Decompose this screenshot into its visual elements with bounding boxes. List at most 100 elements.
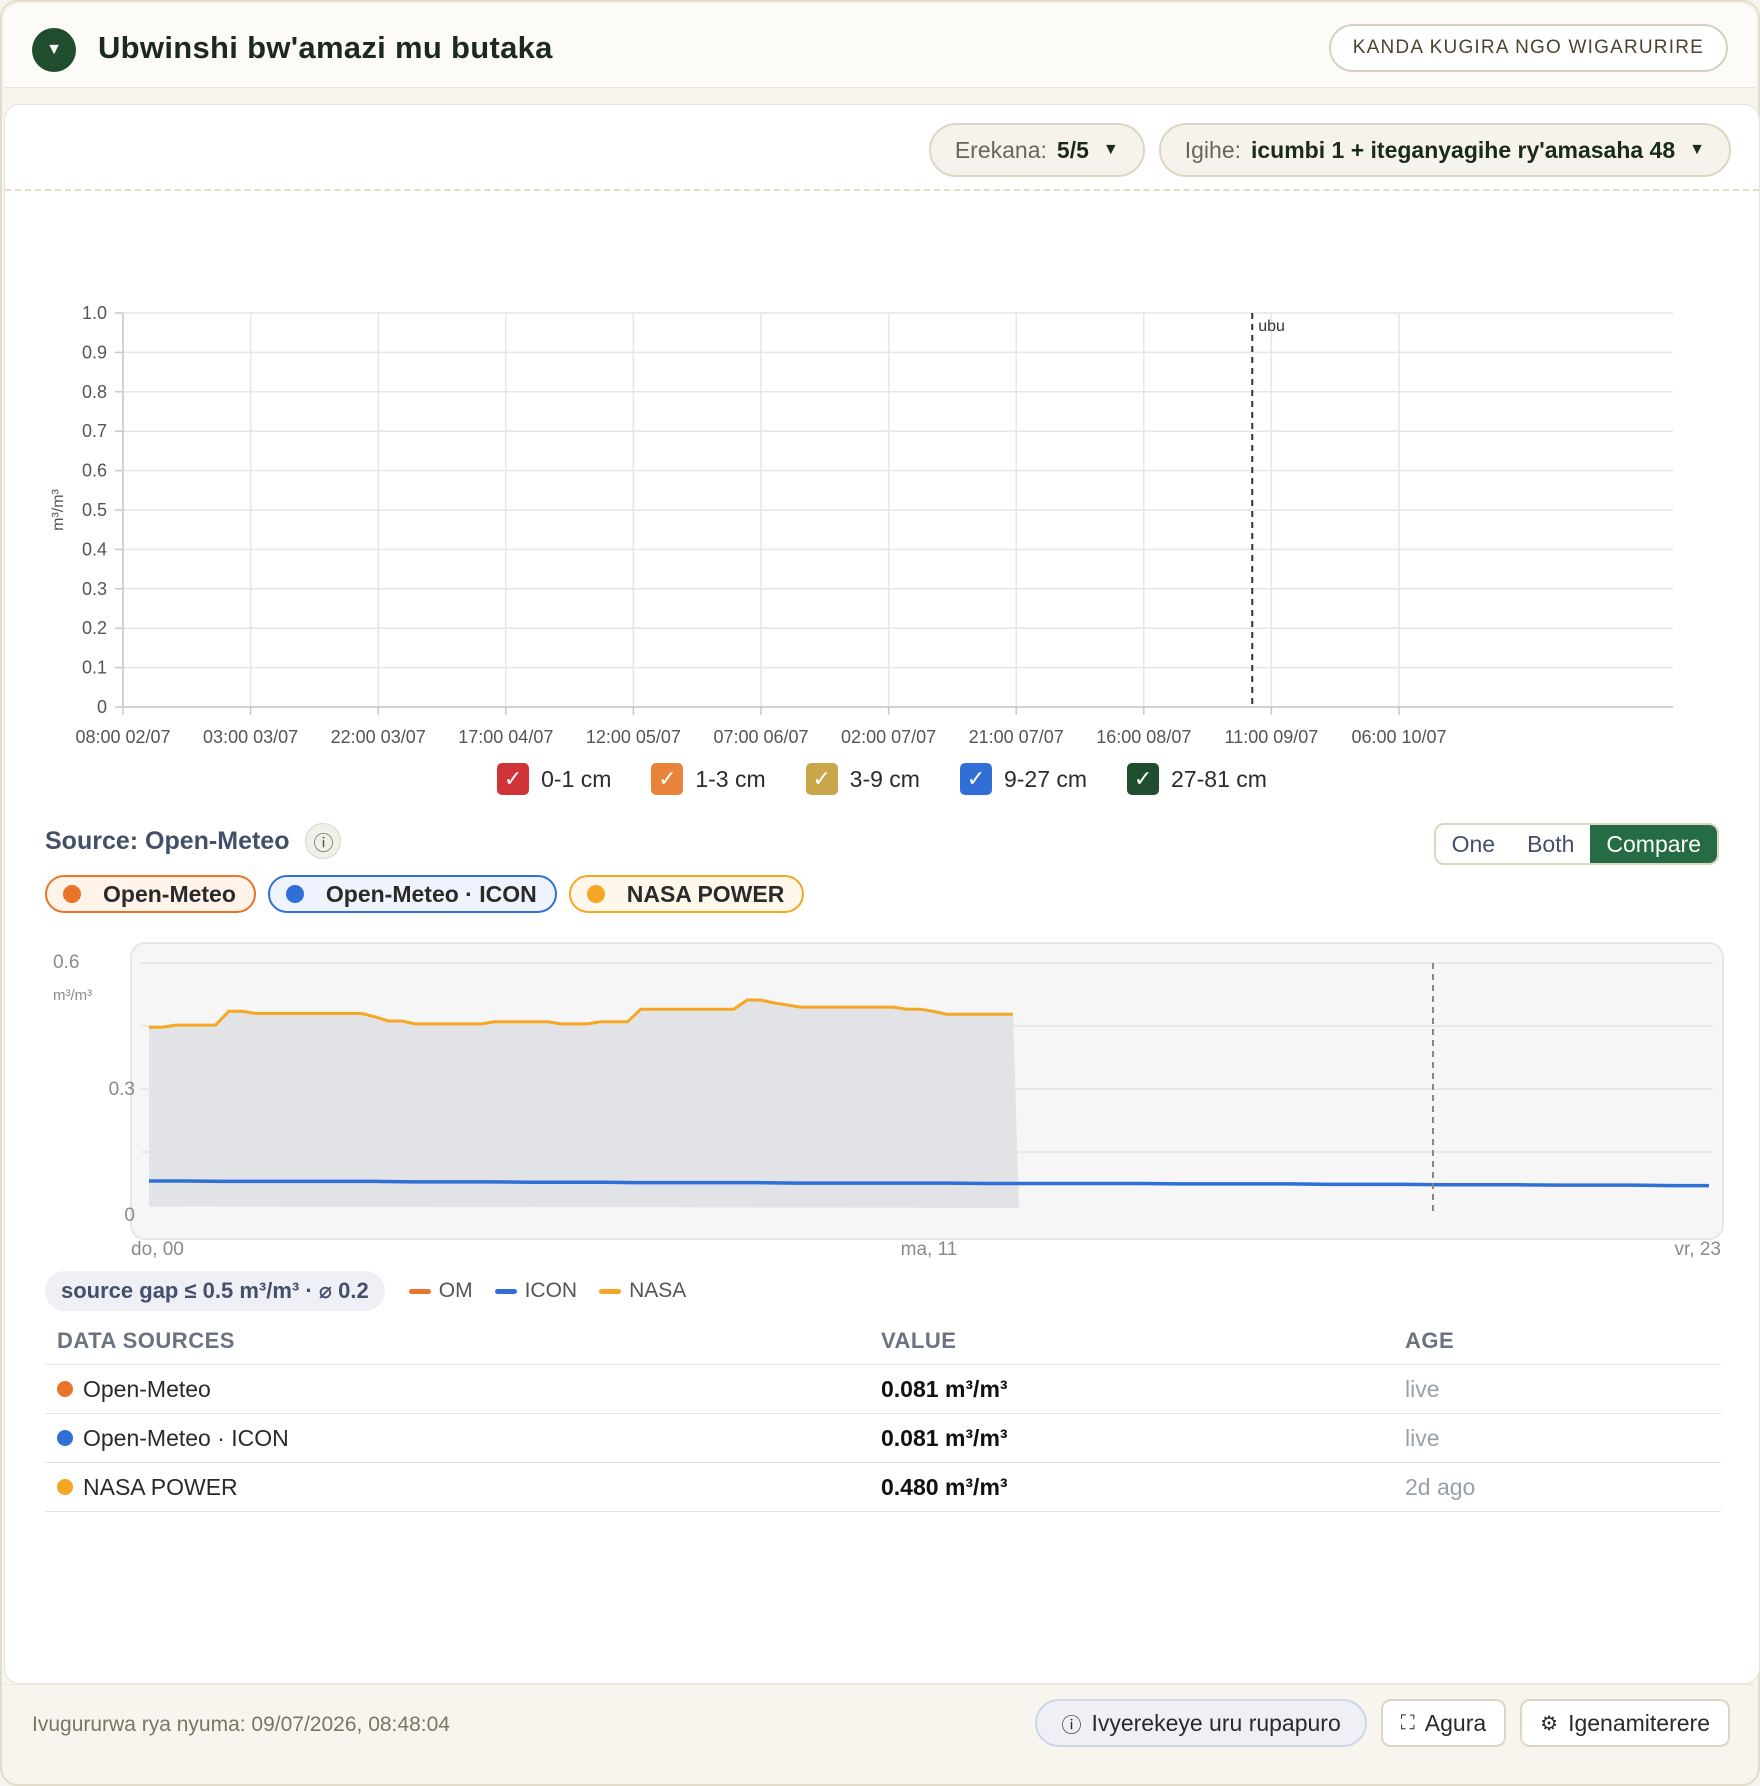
- chip-label: Open-Meteo: [103, 880, 236, 907]
- mini-legend-label: ICON: [524, 1279, 578, 1302]
- x-tick-label: 02:00 07/07: [841, 727, 936, 747]
- footer: Ivugururwa rya nyuma: 09/07/2026, 08:48:…: [4, 1684, 1756, 1766]
- y-tick-label: 0: [97, 697, 107, 717]
- legend-item-depth[interactable]: ✓ 0-1 cm: [497, 763, 611, 795]
- table-header: DATA SOURCES VALUE AGE: [45, 1317, 1721, 1365]
- y-tick-label: 0.1: [82, 658, 107, 678]
- mini-legend-item: NASA: [599, 1279, 686, 1303]
- x-tick-label: 03:00 03/07: [203, 727, 298, 747]
- settings-label: Igenamiterere: [1568, 1709, 1710, 1736]
- table-row: NASA POWER 0.480 m³/m³ 2d ago: [45, 1463, 1721, 1512]
- source-label: Source: Open-Meteo: [45, 826, 290, 855]
- sources-table: DATA SOURCES VALUE AGE Open-Meteo 0.081 m…: [45, 1317, 1721, 1512]
- time-range-select[interactable]: Igihe: icumbi 1 + iteganyagihe ry'amasah…: [1158, 123, 1731, 177]
- legend-label: 0-1 cm: [541, 765, 612, 792]
- table-body: Open-Meteo 0.081 m³/m³ live Open-Meteo · IC…: [45, 1365, 1721, 1512]
- mode-option-one[interactable]: One: [1436, 825, 1511, 863]
- source-chip[interactable]: Open-Meteo · ICON: [267, 875, 557, 913]
- color-dot-icon: [63, 885, 81, 903]
- caret-down-icon: ▼: [1102, 141, 1119, 158]
- y-tick-label: 0.7: [82, 421, 107, 441]
- y-axis-label: m³/m³: [50, 488, 67, 530]
- source-chip[interactable]: Open-Meteo: [45, 875, 256, 913]
- expand-label: Agura: [1424, 1709, 1487, 1736]
- y-axis-label: m³/m³: [53, 987, 92, 1004]
- mini-legend-label: OM: [438, 1279, 473, 1302]
- cell-age: 2d ago: [1405, 1473, 1476, 1500]
- mini-legend-item: OM: [408, 1279, 473, 1303]
- color-dot-icon: [586, 885, 605, 903]
- caret-down-icon: ▼: [1689, 141, 1705, 158]
- legend-item-depth[interactable]: ✓ 9-27 cm: [959, 763, 1087, 795]
- col-header-source: DATA SOURCES: [57, 1327, 235, 1353]
- legend-item-depth[interactable]: ✓ 3-9 cm: [805, 763, 920, 795]
- y-tick-label: 0.9: [82, 342, 107, 362]
- divider: [5, 189, 1759, 191]
- mini-legend: OM ICON NASA: [408, 1279, 686, 1303]
- x-tick-label: do, 00: [131, 1239, 184, 1260]
- line-swatch-icon: [408, 1288, 431, 1294]
- source-name: NASA POWER: [83, 1473, 238, 1500]
- legend-label: 1-3 cm: [695, 765, 766, 792]
- x-tick-label: 17:00 04/07: [458, 727, 553, 747]
- widget-title: Ubwinshi bw'amazi mu butaka: [98, 30, 553, 65]
- now-marker-label: ubu: [1258, 318, 1285, 335]
- y-tick-label: 0.3: [109, 1079, 135, 1100]
- main-card: Erekana: 5/5 ▼ Igihe: icumbi 1 + itegany…: [4, 104, 1760, 1684]
- y-tick-label: 0.3: [82, 579, 107, 599]
- chip-label: NASA POWER: [626, 880, 785, 907]
- source-mode-toggle: One Both Compare: [1433, 823, 1719, 865]
- checkbox-checked-icon: ✓: [805, 763, 838, 795]
- checkbox-checked-icon: ✓: [497, 763, 530, 795]
- x-tick-label: 22:00 03/07: [331, 727, 426, 747]
- mode-option-both[interactable]: Both: [1511, 825, 1590, 863]
- info-icon[interactable]: ⓘ: [305, 823, 342, 859]
- y-tick-label: 1.0: [82, 303, 107, 323]
- nasa-area-fill: [149, 999, 1019, 1208]
- y-tick-label: 0.4: [82, 539, 107, 559]
- color-dot-icon: [57, 1430, 73, 1446]
- about-page-button[interactable]: ⓘ Ivyerekeye uru rupapuro: [1035, 1699, 1367, 1747]
- x-tick-label: 06:00 10/07: [1351, 727, 1446, 747]
- color-dot-icon: [57, 1381, 73, 1397]
- x-tick-label: vr, 23: [1675, 1239, 1721, 1260]
- x-tick-label: 07:00 06/07: [713, 727, 808, 747]
- collapse-chevron-icon[interactable]: ▼: [32, 28, 76, 72]
- mode-option-compare[interactable]: Compare: [1590, 825, 1717, 863]
- cell-source: Open-Meteo: [45, 1376, 881, 1403]
- settings-button[interactable]: ⚙ Igenamiterere: [1520, 1699, 1730, 1747]
- cell-value: 0.480 m³/m³: [881, 1473, 1008, 1500]
- source-gap-badge: source gap ≤ 0.5 m³/m³ · ⌀ 0.2: [45, 1271, 385, 1311]
- mini-legend-label: NASA: [629, 1279, 687, 1302]
- source-chips: Open-Meteo Open-Meteo · ICON NASA POWER: [45, 875, 805, 913]
- col-header-age: AGE: [1405, 1327, 1455, 1353]
- selectors: Erekana: 5/5 ▼ Igihe: icumbi 1 + itegany…: [928, 123, 1731, 177]
- cell-age: live: [1405, 1375, 1440, 1402]
- footer-buttons: ⓘ Ivyerekeye uru rupapuro ⛶ Agura ⚙ Igen…: [1035, 1699, 1730, 1747]
- color-dot-icon: [285, 885, 304, 903]
- y-tick-label: 0: [124, 1205, 135, 1226]
- table-row: Open-Meteo 0.081 m³/m³ live: [45, 1365, 1721, 1414]
- visible-select-label: Erekana:: [954, 136, 1047, 163]
- visible-series-select[interactable]: Erekana: 5/5 ▼: [928, 123, 1145, 177]
- cell-source: NASA POWER: [45, 1474, 881, 1501]
- legend-item-depth[interactable]: ✓ 1-3 cm: [651, 763, 766, 795]
- about-page-label: Ivyerekeye uru rupapuro: [1091, 1709, 1341, 1736]
- widget-frame: ▼ Ubwinshi bw'amazi mu butaka KANDA KUGI…: [0, 0, 1760, 1786]
- x-tick-label: 12:00 05/07: [586, 727, 681, 747]
- source-name: Open-Meteo: [83, 1375, 211, 1402]
- time-select-value: icumbi 1 + iteganyagihe ry'amasaha 48: [1251, 136, 1676, 163]
- y-tick-label: 0.5: [82, 500, 107, 520]
- x-tick-label: ma, 11: [901, 1239, 958, 1260]
- legend-label: 27-81 cm: [1171, 765, 1267, 792]
- source-chip[interactable]: NASA POWER: [568, 875, 805, 913]
- compare-chart: 0.6 m³/m³ 0.3 0 do, 00 ma, 11 vr, 23: [53, 942, 1724, 1260]
- cell-age: live: [1405, 1424, 1440, 1451]
- col-header-value: VALUE: [881, 1327, 957, 1353]
- take-control-button[interactable]: KANDA KUGIRA NGO WIGARURIRE: [1328, 24, 1728, 72]
- expand-button[interactable]: ⛶ Agura: [1380, 1699, 1507, 1747]
- line-swatch-icon: [599, 1288, 622, 1294]
- x-tick-label: 21:00 07/07: [969, 727, 1064, 747]
- x-tick-label: 08:00 02/07: [75, 727, 170, 747]
- legend-item-depth[interactable]: ✓ 27-81 cm: [1127, 763, 1267, 795]
